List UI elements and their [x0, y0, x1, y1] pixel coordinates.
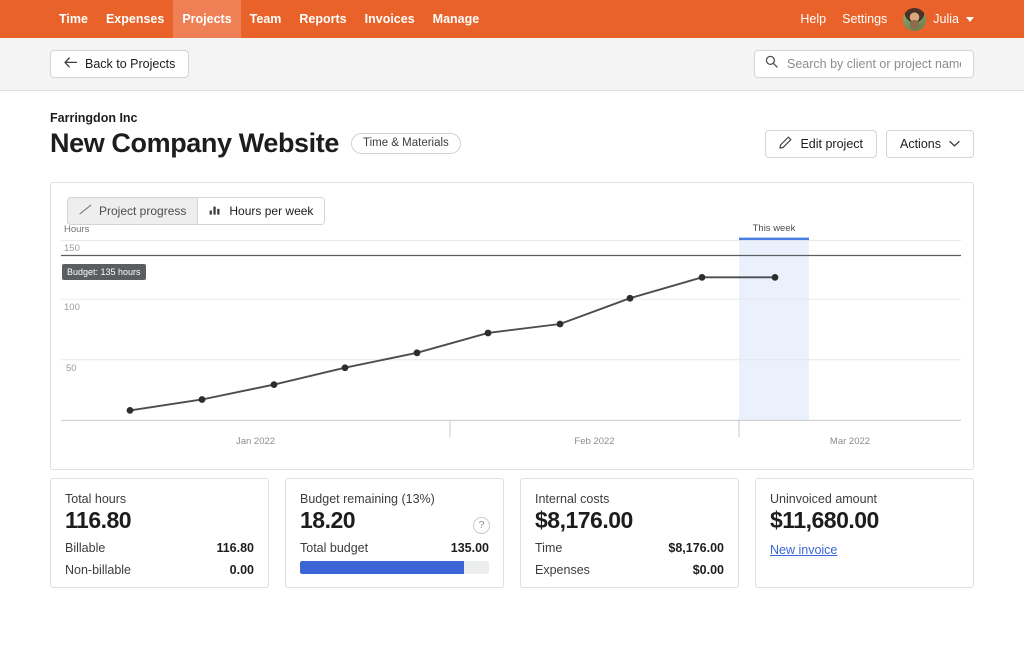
- card-label: Budget remaining (13%): [300, 492, 489, 506]
- this-week-band-top-border: [739, 238, 809, 241]
- edit-project-button[interactable]: Edit project: [765, 130, 877, 158]
- budget-progress-fill: [300, 561, 464, 574]
- card-value: 116.80: [65, 507, 254, 533]
- card-label: Total hours: [65, 492, 254, 506]
- primary-nav: Time Expenses Projects Team Reports Invo…: [50, 0, 488, 38]
- nav-item-expenses[interactable]: Expenses: [97, 0, 173, 38]
- this-week-band: [739, 240, 809, 421]
- project-title-row: New Company Website Time & Materials Edi…: [50, 128, 974, 159]
- chart-card: Project progress Hours per week: [50, 182, 974, 470]
- edit-project-label: Edit project: [800, 137, 863, 151]
- y-tick-150: 150: [64, 243, 80, 254]
- row-value: $8,176.00: [668, 541, 724, 555]
- x-tick-label-mar: Mar 2022: [739, 436, 961, 447]
- avatar[interactable]: [903, 8, 926, 31]
- progress-points: [127, 274, 779, 414]
- help-link[interactable]: Help: [792, 12, 834, 26]
- back-to-projects-label: Back to Projects: [85, 57, 175, 71]
- search-input[interactable]: [785, 56, 963, 72]
- nav-item-invoices[interactable]: Invoices: [356, 0, 424, 38]
- new-invoice-link[interactable]: New invoice: [770, 543, 837, 557]
- this-week-label: This week: [739, 223, 809, 234]
- sub-header-bar: Back to Projects: [0, 38, 1024, 91]
- project-actions: Edit project Actions: [765, 130, 974, 158]
- nav-item-time[interactable]: Time: [50, 0, 97, 38]
- summary-cards: Total hours 116.80 Billable 116.80 Non-b…: [50, 478, 974, 588]
- search-icon: [765, 55, 778, 73]
- pencil-icon: [779, 136, 792, 152]
- y-tick-50: 50: [66, 363, 77, 374]
- card-value: $11,680.00: [770, 507, 959, 533]
- card-row: Billable 116.80: [65, 541, 254, 555]
- back-to-projects-button[interactable]: Back to Projects: [50, 50, 189, 78]
- x-tick-label-jan: Jan 2022: [61, 436, 450, 447]
- card-internal-costs: Internal costs $8,176.00 Time $8,176.00 …: [520, 478, 739, 588]
- project-progress-chart: [51, 183, 973, 469]
- user-name[interactable]: Julia: [933, 12, 959, 26]
- actions-button[interactable]: Actions: [886, 130, 974, 158]
- nav-item-manage[interactable]: Manage: [424, 0, 489, 38]
- card-row: Expenses $0.00: [535, 563, 724, 577]
- card-row: Total budget 135.00: [300, 541, 489, 555]
- top-navigation-bar: Time Expenses Projects Team Reports Invo…: [0, 0, 1024, 38]
- chevron-down-icon: [949, 137, 960, 151]
- nav-item-team[interactable]: Team: [241, 0, 291, 38]
- chevron-down-icon[interactable]: [966, 17, 974, 22]
- row-key: Non-billable: [65, 563, 131, 577]
- y-tick-100: 100: [64, 302, 80, 313]
- card-total-hours: Total hours 116.80 Billable 116.80 Non-b…: [50, 478, 269, 588]
- arrow-left-icon: [64, 57, 77, 71]
- page-title: New Company Website: [50, 128, 339, 159]
- billing-type-badge: Time & Materials: [351, 133, 461, 154]
- page-content: Farringdon Inc New Company Website Time …: [0, 91, 1024, 588]
- card-value: 18.20: [300, 507, 489, 533]
- row-key: Expenses: [535, 563, 590, 577]
- card-row: Non-billable 0.00: [65, 563, 254, 577]
- row-key: Total budget: [300, 541, 368, 555]
- card-uninvoiced-amount: Uninvoiced amount $11,680.00 New invoice: [755, 478, 974, 588]
- nav-item-projects[interactable]: Projects: [173, 0, 240, 38]
- settings-link[interactable]: Settings: [834, 12, 895, 26]
- question-mark-icon[interactable]: ?: [473, 517, 490, 534]
- row-value: 135.00: [451, 541, 489, 555]
- card-label: Internal costs: [535, 492, 724, 506]
- row-value: $0.00: [693, 563, 724, 577]
- row-value: 0.00: [230, 563, 254, 577]
- actions-label: Actions: [900, 137, 941, 151]
- row-key: Billable: [65, 541, 105, 555]
- card-value: $8,176.00: [535, 507, 724, 533]
- x-tick-label-feb: Feb 2022: [450, 436, 739, 447]
- row-key: Time: [535, 541, 562, 555]
- card-row: Time $8,176.00: [535, 541, 724, 555]
- card-budget-remaining: Budget remaining (13%) 18.20 ? Total bud…: [285, 478, 504, 588]
- row-value: 116.80: [216, 541, 254, 555]
- client-name: Farringdon Inc: [50, 111, 974, 125]
- card-label: Uninvoiced amount: [770, 492, 959, 506]
- secondary-nav: Help Settings Julia: [792, 0, 974, 38]
- nav-item-reports[interactable]: Reports: [290, 0, 355, 38]
- budget-line-badge: Budget: 135 hours: [62, 264, 146, 280]
- budget-progress-bar: [300, 561, 489, 574]
- search-box[interactable]: [754, 50, 974, 78]
- y-axis-label: Hours: [64, 224, 89, 235]
- progress-line: [130, 277, 775, 410]
